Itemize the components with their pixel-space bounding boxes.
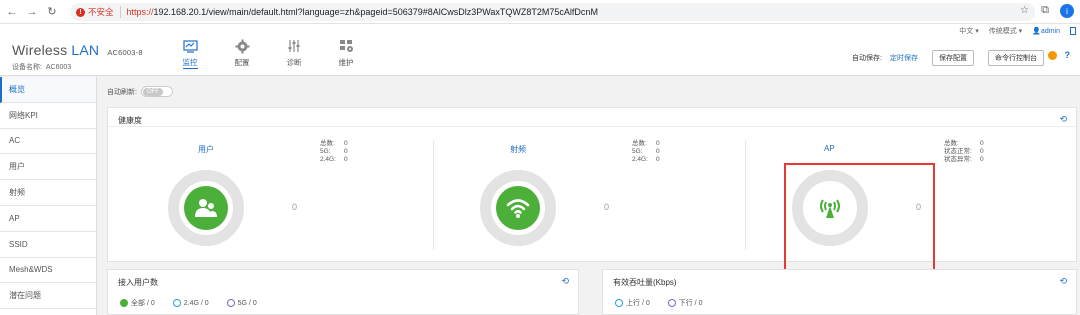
cli-console-button[interactable]: 命令行控制台 [988, 50, 1044, 66]
device-model: AC6003-8 [107, 48, 143, 57]
divider [433, 140, 434, 250]
sidebar-item-users[interactable]: 用户 [0, 154, 96, 181]
help-icon[interactable]: ? [1065, 50, 1071, 60]
address-bar[interactable]: ! 不安全 https://192.168.20.1/view/main/def… [70, 3, 1035, 21]
autosave-value-link[interactable]: 定时保存 [890, 53, 918, 63]
sidebar-item-radio[interactable]: 射频 [0, 180, 96, 206]
access-users-panel: 接入用户数 ⟲ 全部 / 0 2.4G / 0 5G / 0 [107, 269, 579, 315]
auto-refresh-label: 自动刷新: [107, 88, 137, 96]
save-config-button[interactable]: 保存配置 [932, 50, 974, 66]
url-text: 192.168.20.1/view/main/default.html?lang… [153, 7, 598, 17]
refresh-icon[interactable]: ⟲ [1059, 114, 1067, 125]
autosave-label: 自动保存: [852, 55, 882, 62]
legend-5g[interactable]: 5G / 0 [226, 298, 257, 308]
nav-monitor[interactable]: 监控 [164, 38, 216, 69]
wifi-icon [496, 186, 540, 230]
legend-downstream[interactable]: 下行 / 0 [667, 298, 702, 308]
sidebar-item-mesh-wds[interactable]: Mesh&WDS [0, 258, 96, 284]
sidebar-item-overview[interactable]: 概览 [0, 77, 96, 103]
mode-select[interactable]: 传统模式 ▾ [989, 26, 1022, 36]
bookmark-star-icon[interactable]: ☆ [1020, 5, 1029, 16]
nav-maintain[interactable]: 维护 [320, 38, 372, 69]
main-nav: 监控 配置 诊断 维护 [164, 38, 372, 69]
users-count: 0 [292, 202, 298, 212]
metric-radio[interactable]: 射频 0 总数: 0 5G: 0 2.4G: 0 [480, 130, 780, 260]
maintenance-icon [338, 38, 354, 54]
logout-icon[interactable] [1070, 27, 1076, 35]
metric-users[interactable]: 用户 0 总数: 0 5G: 0 2.4G: 0 [168, 130, 468, 260]
radio-count: 0 [604, 202, 610, 212]
ap-stats: 总数: 0 状态正常: 0 状态异常: 0 [944, 140, 984, 163]
throughput-title: 有效吞吐量(Kbps) [613, 278, 677, 287]
reload-icon[interactable]: ↻ [44, 4, 60, 20]
access-users-title: 接入用户数 [118, 278, 158, 287]
refresh-icon[interactable]: ⟲ [561, 276, 569, 287]
back-icon[interactable]: ← [4, 4, 20, 20]
app-header: 中文 ▾ 传统模式 ▾ 👤admin Wireless LAN AC6003-8… [0, 24, 1080, 76]
legend-upstream[interactable]: 上行 / 0 [615, 298, 650, 308]
main-content: 自动刷新: OFF 健康度 ⟲ 用户 0 总数: 0 5G: 0 2.4G: 0 射频 [97, 77, 1080, 315]
gear-icon [234, 38, 250, 54]
alarm-icon[interactable] [1047, 50, 1057, 60]
sidebar-item-issues[interactable]: 潜在问题 [0, 283, 96, 310]
brand-logo: Wireless LAN AC6003-8 [12, 42, 143, 58]
health-panel: 健康度 ⟲ 用户 0 总数: 0 5G: 0 2.4G: 0 射频 0 总数: … [107, 107, 1077, 279]
health-title: 健康度 [118, 116, 142, 125]
radio-donut [480, 170, 556, 246]
refresh-icon[interactable]: ⟲ [1059, 276, 1067, 287]
sidebar-item-ap[interactable]: AP [0, 206, 96, 232]
forward-icon[interactable]: → [24, 4, 40, 20]
profile-avatar[interactable]: i [1060, 4, 1074, 18]
user-menu[interactable]: 👤admin [1032, 27, 1060, 35]
sidebar-item-ssid[interactable]: SSID [0, 232, 96, 258]
auto-refresh-toggle[interactable]: OFF [140, 86, 173, 97]
extensions-icon[interactable]: ⧉ [1038, 4, 1052, 18]
legend-2g[interactable]: 2.4G / 0 [172, 298, 209, 308]
sidebar: 概览 网络KPI AC 用户 射频 AP SSID Mesh&WDS 潜在问题 [0, 77, 97, 315]
browser-toolbar: ← → ↻ ! 不安全 https://192.168.20.1/view/ma… [0, 0, 1080, 24]
radio-stats: 总数: 0 5G: 0 2.4G: 0 [632, 140, 660, 163]
users-stats: 总数: 0 5G: 0 2.4G: 0 [320, 140, 348, 163]
sliders-icon [286, 38, 302, 54]
sidebar-item-ac[interactable]: AC [0, 129, 96, 155]
throughput-panel: 有效吞吐量(Kbps) ⟲ 上行 / 0 下行 / 0 [602, 269, 1077, 315]
insecure-indicator[interactable]: ! 不安全 [76, 6, 121, 18]
divider [745, 140, 746, 250]
legend-all[interactable]: 全部 / 0 [120, 298, 155, 308]
nav-config[interactable]: 配置 [216, 38, 268, 69]
url-scheme: https:// [126, 7, 154, 17]
device-name: 设备名称: AC6003 [12, 64, 72, 71]
ap-highlight-box [784, 163, 935, 279]
language-select[interactable]: 中文 ▾ [959, 26, 978, 36]
monitor-icon [182, 38, 198, 54]
sidebar-item-network-kpi[interactable]: 网络KPI [0, 103, 96, 129]
users-donut [168, 170, 244, 246]
nav-diagnose[interactable]: 诊断 [268, 38, 320, 69]
users-icon [184, 186, 228, 230]
warning-icon: ! [76, 7, 85, 17]
insecure-label: 不安全 [88, 7, 114, 17]
